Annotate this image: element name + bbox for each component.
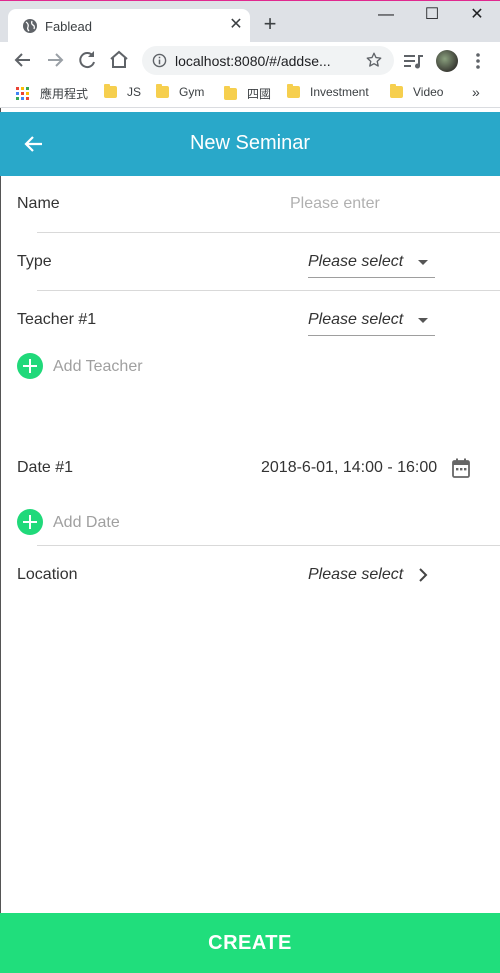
- bookmarks-bar: 應用程式 JS Gym 四國 Investment Video: [0, 78, 500, 108]
- home-icon[interactable]: [107, 48, 131, 72]
- add-teacher-icon[interactable]: [17, 353, 43, 379]
- folder-icon: [390, 84, 403, 98]
- create-button[interactable]: CREATE: [0, 913, 500, 973]
- dropdown-caret-icon[interactable]: [418, 260, 428, 265]
- location-label: Location: [17, 566, 78, 583]
- window-left-border: [0, 108, 1, 973]
- folder-icon: [156, 84, 169, 98]
- star-icon[interactable]: [365, 51, 383, 69]
- bookmark-apps-label: 應用程式: [40, 87, 89, 101]
- new-tab-button[interactable]: +: [259, 13, 281, 35]
- bookmark-label: JS: [127, 85, 142, 99]
- date-label: Date #1: [17, 459, 74, 476]
- info-icon[interactable]: [152, 53, 167, 68]
- address-bar[interactable]: localhost:8080/#/addse...: [142, 46, 394, 75]
- bookmark-apps[interactable]: 應用程式: [16, 85, 88, 103]
- bookmark-folder[interactable]: Gym: [156, 84, 205, 103]
- divider: [37, 290, 500, 291]
- calendar-icon[interactable]: [452, 458, 470, 478]
- bookmark-folder[interactable]: 四國: [224, 85, 271, 103]
- bookmark-label: Investment: [310, 85, 369, 99]
- add-date-icon[interactable]: [17, 509, 43, 535]
- type-label: Type: [17, 253, 52, 270]
- forward-icon[interactable]: [43, 48, 67, 72]
- window-close-button[interactable]: ✕: [462, 5, 492, 25]
- name-label: Name: [17, 195, 60, 212]
- name-input[interactable]: Please enter: [290, 195, 380, 213]
- apps-grid-icon: [16, 87, 30, 101]
- browser-tab[interactable]: Fablead ✕: [8, 9, 250, 42]
- reload-icon[interactable]: [75, 48, 99, 72]
- folder-icon: [224, 86, 237, 100]
- globe-icon: [23, 19, 37, 33]
- divider: [37, 545, 500, 546]
- minimize-button[interactable]: —: [371, 5, 401, 25]
- tab-close-icon[interactable]: ✕: [226, 15, 246, 35]
- back-icon[interactable]: [11, 48, 35, 72]
- media-icon[interactable]: [403, 51, 425, 71]
- bookmarks-overflow-icon[interactable]: »: [472, 84, 480, 100]
- browser-tab-strip: Fablead ✕ + — ☐ ✕: [0, 0, 500, 42]
- bookmark-folder[interactable]: Investment: [287, 84, 369, 103]
- dropdown-caret-icon[interactable]: [418, 318, 428, 323]
- divider: [37, 232, 500, 233]
- teacher-select-underline: [308, 335, 435, 336]
- add-date-button[interactable]: Add Date: [53, 514, 120, 532]
- window-accent-line: [0, 0, 500, 1]
- kebab-menu-icon[interactable]: [470, 50, 486, 72]
- browser-toolbar: localhost:8080/#/addse...: [0, 42, 500, 78]
- type-select[interactable]: Please select: [308, 253, 403, 271]
- app-bar: New Seminar: [0, 112, 500, 176]
- location-select[interactable]: Please select: [308, 566, 403, 584]
- folder-icon: [287, 84, 300, 98]
- date-value[interactable]: 2018-6-01, 14:00 - 16:00: [261, 459, 437, 477]
- folder-icon: [104, 84, 117, 98]
- bookmark-folder[interactable]: JS: [104, 84, 142, 103]
- bookmark-label: 四國: [247, 87, 272, 101]
- url-text[interactable]: localhost:8080/#/addse...: [175, 53, 331, 69]
- teacher-label: Teacher #1: [17, 311, 97, 328]
- bookmark-label: Video: [413, 85, 444, 99]
- maximize-button[interactable]: ☐: [417, 5, 447, 25]
- chevron-right-icon[interactable]: [417, 567, 429, 583]
- tab-title: Fablead: [45, 19, 92, 34]
- bookmark-label: Gym: [179, 85, 205, 99]
- teacher-select[interactable]: Please select: [308, 311, 403, 329]
- add-teacher-button[interactable]: Add Teacher: [53, 358, 143, 376]
- type-select-underline: [308, 277, 435, 278]
- page-title: New Seminar: [189, 132, 311, 154]
- bookmark-folder[interactable]: Video: [390, 84, 444, 103]
- avatar[interactable]: [436, 50, 458, 72]
